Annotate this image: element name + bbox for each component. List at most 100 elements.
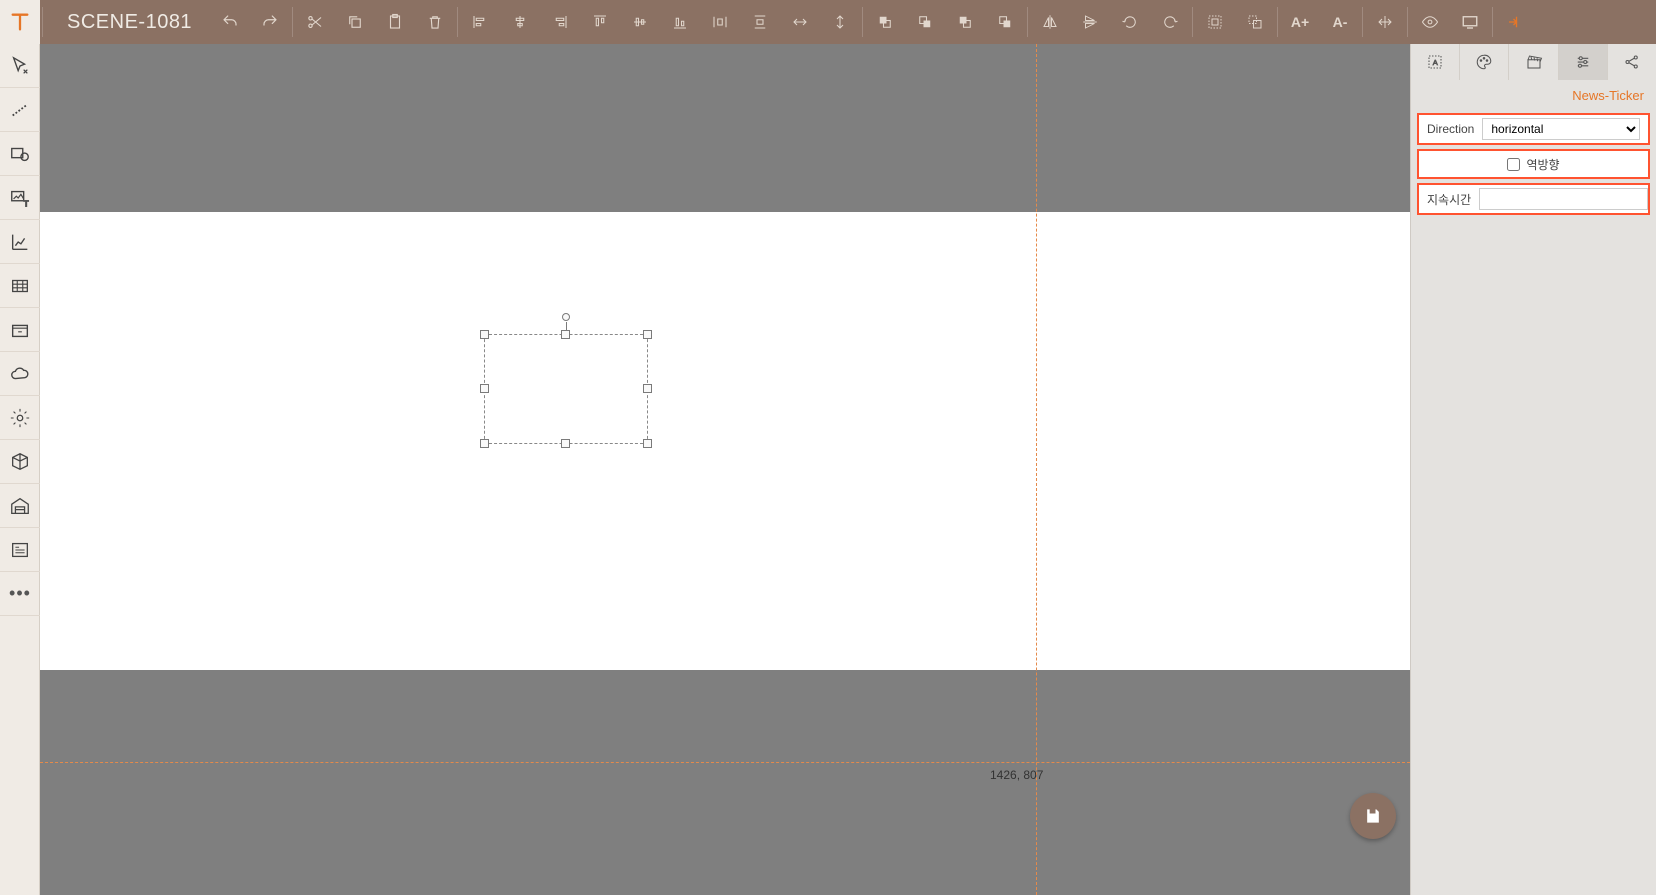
direction-label: Direction <box>1427 122 1474 136</box>
tab-palette[interactable] <box>1460 44 1509 80</box>
image-text-tool[interactable]: T <box>0 176 40 220</box>
flip-v-icon <box>1081 13 1099 31</box>
reverse-label: 역방향 <box>1526 156 1559 173</box>
rotate-handle[interactable] <box>562 313 570 321</box>
spacing-h-button[interactable] <box>780 0 820 44</box>
dist-v-icon <box>751 13 769 31</box>
align-center-h-icon <box>511 13 529 31</box>
fit-screen-button[interactable] <box>1365 0 1405 44</box>
align-right-button[interactable] <box>540 0 580 44</box>
resize-handle-tr[interactable] <box>643 330 652 339</box>
chart-tool[interactable] <box>0 220 40 264</box>
warehouse-tool[interactable] <box>0 484 40 528</box>
send-backward-icon <box>956 13 974 31</box>
resize-handle-ml[interactable] <box>480 384 489 393</box>
property-rows: Direction horizontal 역방향 지속시간 <box>1411 113 1656 219</box>
paste-button[interactable] <box>375 0 415 44</box>
resize-handle-br[interactable] <box>643 439 652 448</box>
save-fab-button[interactable] <box>1350 793 1396 839</box>
left-tool-panel: T ••• <box>0 44 40 895</box>
app-logo[interactable] <box>0 0 40 44</box>
guide-horizontal[interactable] <box>40 762 1410 763</box>
redo-button[interactable] <box>250 0 290 44</box>
align-bottom-button[interactable] <box>660 0 700 44</box>
align-top-icon <box>591 13 609 31</box>
divider <box>862 7 863 37</box>
resize-handle-bl[interactable] <box>480 439 489 448</box>
visibility-button[interactable] <box>1410 0 1450 44</box>
ungroup-button[interactable] <box>1235 0 1275 44</box>
spacing-v-icon <box>831 13 849 31</box>
chart-icon <box>9 231 31 253</box>
tab-properties[interactable] <box>1559 44 1608 80</box>
scissors-icon <box>306 13 324 31</box>
undo-icon <box>221 13 239 31</box>
exit-icon <box>1506 13 1524 31</box>
rotate-cw-button[interactable] <box>1150 0 1190 44</box>
align-left-button[interactable] <box>460 0 500 44</box>
gear-cycle-icon <box>9 407 31 429</box>
fit-icon <box>1376 13 1394 31</box>
resize-handle-bc[interactable] <box>561 439 570 448</box>
flip-h-button[interactable] <box>1030 0 1070 44</box>
spacing-v-button[interactable] <box>820 0 860 44</box>
shape-tool[interactable] <box>0 132 40 176</box>
cut-button[interactable] <box>295 0 335 44</box>
reverse-checkbox[interactable] <box>1507 158 1520 171</box>
tab-share[interactable] <box>1608 44 1656 80</box>
select-tool[interactable] <box>0 44 40 88</box>
bring-forward-button[interactable] <box>905 0 945 44</box>
selection-box[interactable] <box>484 334 648 444</box>
bring-front-button[interactable] <box>865 0 905 44</box>
font-decrease-button[interactable]: A- <box>1320 14 1360 30</box>
archive-tool[interactable] <box>0 308 40 352</box>
resize-handle-mr[interactable] <box>643 384 652 393</box>
top-toolbar: SCENE-1081 A+ A- <box>0 0 1656 44</box>
canvas-stage[interactable]: 1426, 807 <box>40 44 1410 895</box>
tab-animation[interactable] <box>1509 44 1558 80</box>
divider <box>457 7 458 37</box>
tab-text-style[interactable]: A <box>1411 44 1460 80</box>
form-tool[interactable] <box>0 528 40 572</box>
panel-title: News-Ticker <box>1411 80 1656 113</box>
send-backward-button[interactable] <box>945 0 985 44</box>
divider <box>42 7 43 37</box>
preview-button[interactable] <box>1450 0 1490 44</box>
resize-handle-tc[interactable] <box>561 330 570 339</box>
3d-object-tool[interactable] <box>0 440 40 484</box>
send-back-button[interactable] <box>985 0 1025 44</box>
line-tool[interactable] <box>0 88 40 132</box>
group-button[interactable] <box>1195 0 1235 44</box>
copy-button[interactable] <box>335 0 375 44</box>
inspector-tabs: A <box>1411 44 1656 80</box>
scene-title: SCENE-1081 <box>45 11 210 34</box>
exit-button[interactable] <box>1495 0 1535 44</box>
delete-button[interactable] <box>415 0 455 44</box>
duration-input[interactable] <box>1479 188 1648 210</box>
direction-select[interactable]: horizontal <box>1482 118 1640 140</box>
align-top-button[interactable] <box>580 0 620 44</box>
canvas-page[interactable] <box>40 212 1410 670</box>
table-tool[interactable] <box>0 264 40 308</box>
cloud-tool[interactable] <box>0 352 40 396</box>
font-increase-button[interactable]: A+ <box>1280 14 1320 30</box>
rotate-ccw-button[interactable] <box>1110 0 1150 44</box>
more-tools[interactable]: ••• <box>0 572 40 616</box>
flip-v-button[interactable] <box>1070 0 1110 44</box>
align-middle-v-button[interactable] <box>620 0 660 44</box>
dist-h-button[interactable] <box>700 0 740 44</box>
table-icon <box>9 275 31 297</box>
dist-v-button[interactable] <box>740 0 780 44</box>
archive-icon <box>9 319 31 341</box>
group-icon <box>1206 13 1224 31</box>
svg-text:A: A <box>1433 58 1438 67</box>
undo-button[interactable] <box>210 0 250 44</box>
clapper-icon <box>1525 53 1543 71</box>
rotate-ccw-icon <box>1121 13 1139 31</box>
gear-cycle-tool[interactable] <box>0 396 40 440</box>
align-middle-v-icon <box>631 13 649 31</box>
resize-handle-tl[interactable] <box>480 330 489 339</box>
divider <box>1492 7 1493 37</box>
ungroup-icon <box>1246 13 1264 31</box>
align-center-h-button[interactable] <box>500 0 540 44</box>
